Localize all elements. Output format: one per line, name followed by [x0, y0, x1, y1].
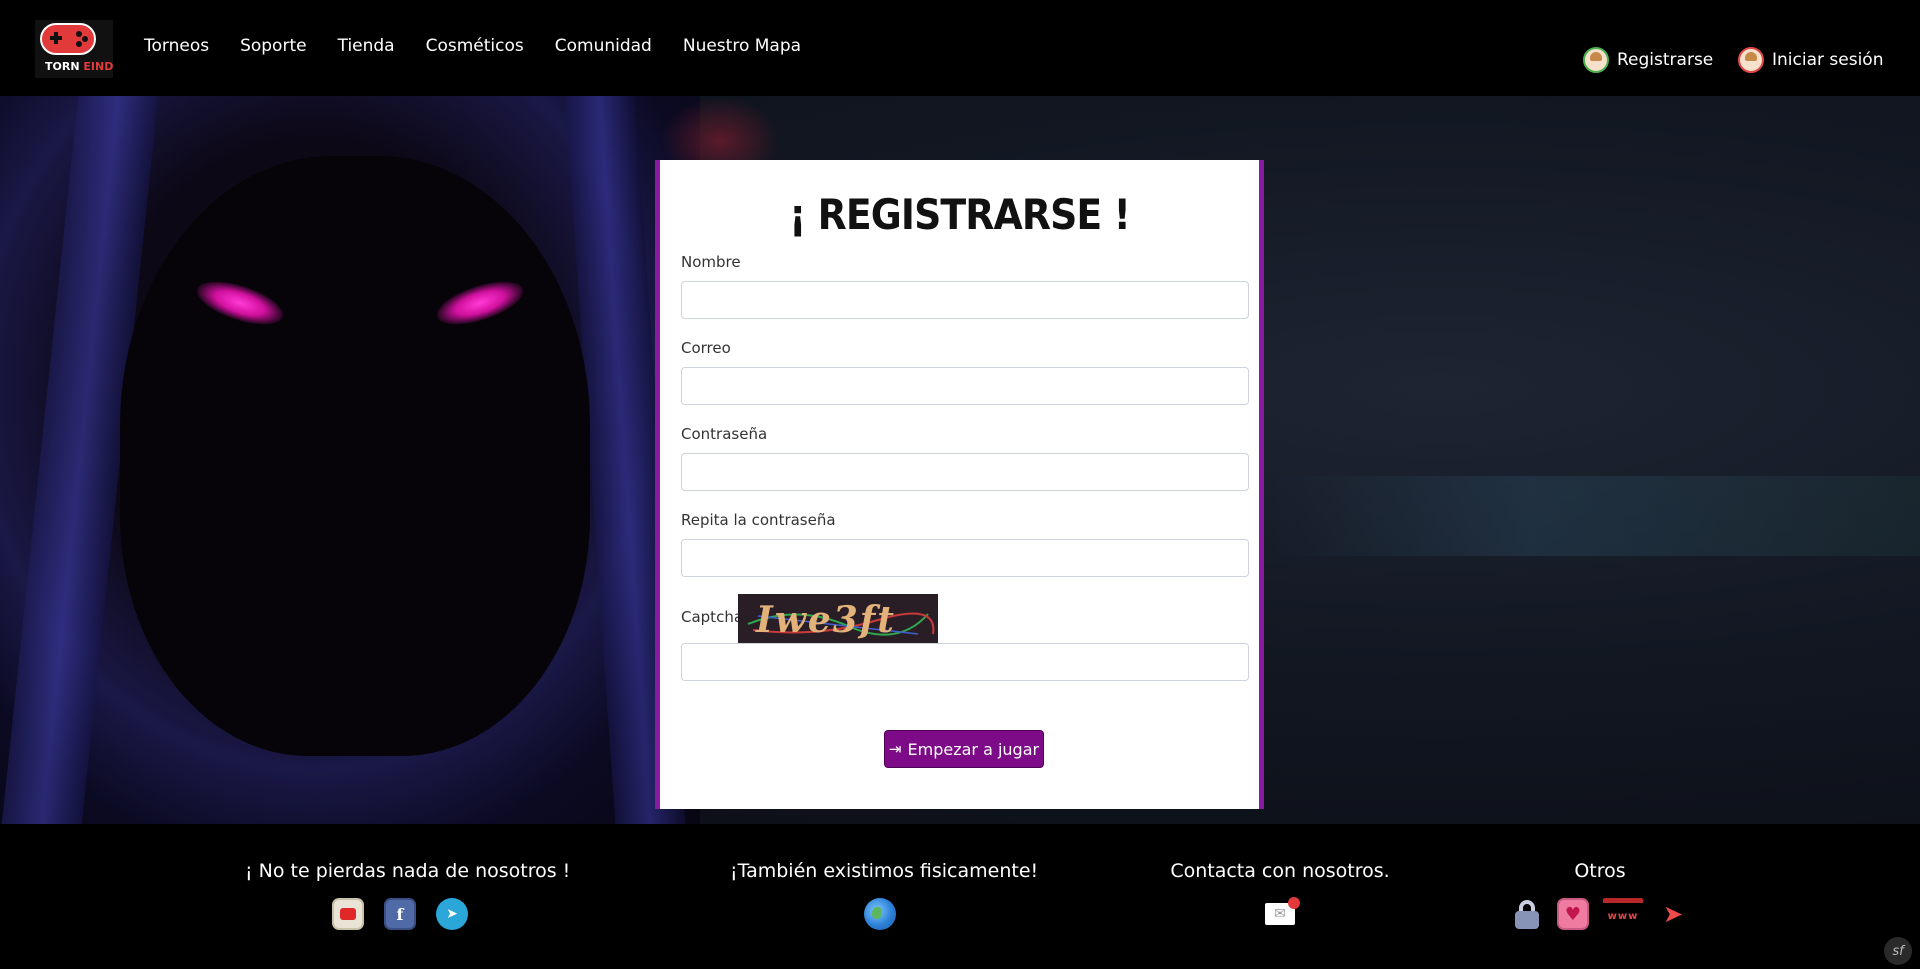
www-icon[interactable]: www — [1603, 898, 1643, 930]
email-label: Correo — [681, 339, 731, 357]
name-label: Nombre — [681, 253, 741, 271]
register-link[interactable]: Registrarse — [1583, 47, 1713, 73]
captcha-input[interactable] — [681, 643, 1249, 681]
symfony-debug-toolbar-toggle[interactable]: sf — [1884, 937, 1912, 965]
footer-physical-heading: ¡También existimos fisicamente! — [730, 860, 1039, 882]
brand-name: TORN EIND — [45, 60, 114, 73]
nav-torneos[interactable]: Torneos — [144, 36, 209, 56]
submit-label: Empezar a jugar — [907, 739, 1040, 759]
heart-icon[interactable]: ♥ — [1557, 898, 1589, 930]
globe-icon[interactable] — [864, 898, 896, 930]
footer-contact-heading: Contacta con nosotros. — [1170, 860, 1390, 882]
nav-soporte[interactable]: Soporte — [240, 36, 307, 56]
login-link[interactable]: Iniciar sesión — [1738, 47, 1883, 73]
youtube-icon[interactable] — [332, 898, 364, 930]
user-avatar-icon — [1738, 47, 1764, 73]
background-streak — [1270, 476, 1920, 556]
name-input[interactable] — [681, 281, 1249, 319]
register-form-card: ¡ REGISTRARSE ! Nombre Correo Contraseña… — [655, 160, 1264, 809]
nav-comunidad[interactable]: Comunidad — [555, 36, 652, 56]
sign-in-icon: ⇥ — [888, 740, 902, 758]
login-label: Iniciar sesión — [1772, 50, 1884, 70]
facebook-icon[interactable]: f — [384, 898, 416, 930]
submit-button[interactable]: ⇥ Empezar a jugar — [884, 730, 1044, 768]
nav-cosmeticos[interactable]: Cosméticos — [426, 36, 524, 56]
footer-other-column: Otros ♥ www ➤ — [1500, 860, 1700, 930]
email-input[interactable] — [681, 367, 1249, 405]
telegram-icon[interactable]: ➤ — [436, 898, 468, 930]
site-logo[interactable]: TORN EIND — [35, 20, 113, 78]
nav-tienda[interactable]: Tienda — [338, 36, 395, 56]
captcha-text: Iwe3ft — [755, 599, 896, 641]
register-label: Registrarse — [1617, 50, 1714, 70]
footer-social-heading: ¡ No te pierdas nada de nosotros ! — [245, 860, 571, 882]
footer-social-column: ¡ No te pierdas nada de nosotros ! f ➤ — [245, 860, 571, 930]
character-face — [120, 156, 590, 756]
mail-icon[interactable]: ✉ — [1265, 897, 1300, 925]
main-nav: Torneos Soporte Tienda Cosméticos Comuni… — [144, 36, 832, 56]
footer-other-heading: Otros — [1574, 860, 1626, 882]
lock-icon[interactable] — [1511, 898, 1543, 930]
password-repeat-label: Repita la contraseña — [681, 511, 836, 529]
password-label: Contraseña — [681, 425, 768, 443]
footer-contact-column: Contacta con nosotros. ✉ — [1170, 860, 1390, 925]
footer: ¡ No te pierdas nada de nosotros ! f ➤ ¡… — [0, 824, 1920, 969]
navbar: TORN EIND Torneos Soporte Tienda Cosméti… — [0, 0, 1920, 96]
password-repeat-input[interactable] — [681, 539, 1249, 577]
paper-plane-icon[interactable]: ➤ — [1657, 898, 1689, 930]
footer-physical-column: ¡También existimos fisicamente! — [730, 860, 1039, 930]
captcha-image: Iwe3ft — [738, 594, 938, 644]
nav-nuestro-mapa[interactable]: Nuestro Mapa — [683, 36, 801, 56]
user-avatar-icon — [1583, 47, 1609, 73]
password-input[interactable] — [681, 453, 1249, 491]
captcha-label: Captcha — [681, 608, 744, 626]
form-title: ¡ REGISTRARSE ! — [789, 190, 1131, 239]
gamepad-icon — [40, 23, 96, 55]
